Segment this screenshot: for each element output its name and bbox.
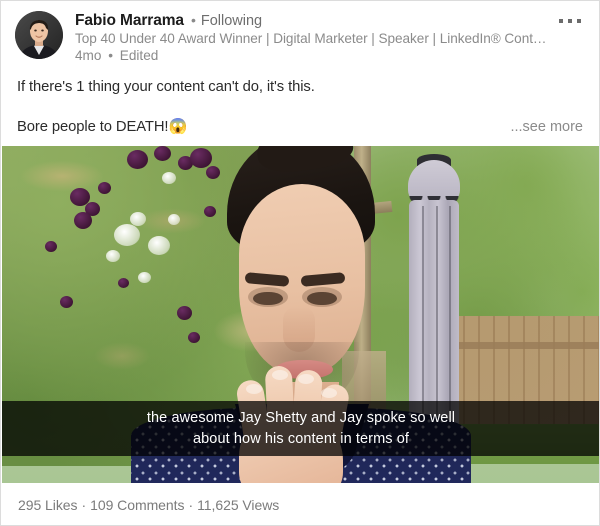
screaming-face-emoji-icon: 😱 — [168, 118, 188, 135]
avatar[interactable] — [15, 11, 63, 59]
author-name-row: Fabio Marrama • Following — [75, 12, 585, 30]
ellipsis-dot — [577, 19, 581, 23]
author-info: Fabio Marrama • Following Top 40 Under 4… — [75, 11, 585, 63]
views-count[interactable]: 11,625 Views — [197, 497, 279, 513]
see-more-link[interactable]: ...see more — [510, 119, 583, 135]
comments-count[interactable]: 109 Comments — [90, 497, 184, 513]
post-meta: 4mo • Edited — [75, 48, 585, 63]
name-separator: • — [190, 12, 196, 28]
post-text-line-1: If there's 1 thing your content can't do… — [17, 79, 315, 95]
meta-separator: • — [108, 48, 113, 63]
post-stats: 295 Likes · 109 Comments · 11,625 Views — [18, 497, 279, 513]
post-text-line-2-text: Bore people to DEATH! — [17, 119, 169, 135]
author-headline: Top 40 Under 40 Award Winner | Digital M… — [75, 31, 545, 46]
stats-separator: · — [81, 496, 87, 513]
post-video[interactable]: the awesome Jay Shetty and Jay spoke so … — [2, 146, 599, 483]
author-name[interactable]: Fabio Marrama — [75, 12, 184, 30]
ellipsis-dot — [559, 19, 563, 23]
post-text-body: If there's 1 thing your content can't do… — [1, 63, 599, 137]
post-timestamp: 4mo — [75, 48, 102, 63]
linkedin-post-card: Fabio Marrama • Following Top 40 Under 4… — [0, 0, 600, 526]
subject-eye-right — [307, 292, 337, 305]
ellipsis-icon[interactable] — [555, 15, 585, 27]
likes-count[interactable]: 295 Likes — [18, 497, 78, 513]
user-avatar-icon — [15, 11, 63, 59]
video-caption-line-2: about how his content in terms of — [192, 430, 410, 447]
subject-eye-left — [253, 292, 283, 305]
post-header: Fabio Marrama • Following Top 40 Under 4… — [1, 1, 599, 63]
post-text-line-2: Bore people to DEATH!😱 — [17, 117, 187, 137]
post-stats-bar: 295 Likes · 109 Comments · 11,625 Views — [2, 483, 598, 525]
edited-label: Edited — [119, 48, 159, 63]
post-text-spacer — [17, 97, 583, 117]
video-scene: the awesome Jay Shetty and Jay spoke so … — [2, 146, 599, 483]
video-caption-overlay: the awesome Jay Shetty and Jay spoke so … — [2, 401, 599, 456]
following-status: Following — [200, 13, 263, 29]
post-text-line-2-row: Bore people to DEATH!😱 ...see more — [17, 117, 583, 137]
stats-separator: · — [188, 496, 194, 513]
fence-rail — [450, 342, 599, 349]
ellipsis-dot — [568, 19, 572, 23]
video-caption-line-1: the awesome Jay Shetty and Jay spoke so … — [146, 409, 456, 426]
